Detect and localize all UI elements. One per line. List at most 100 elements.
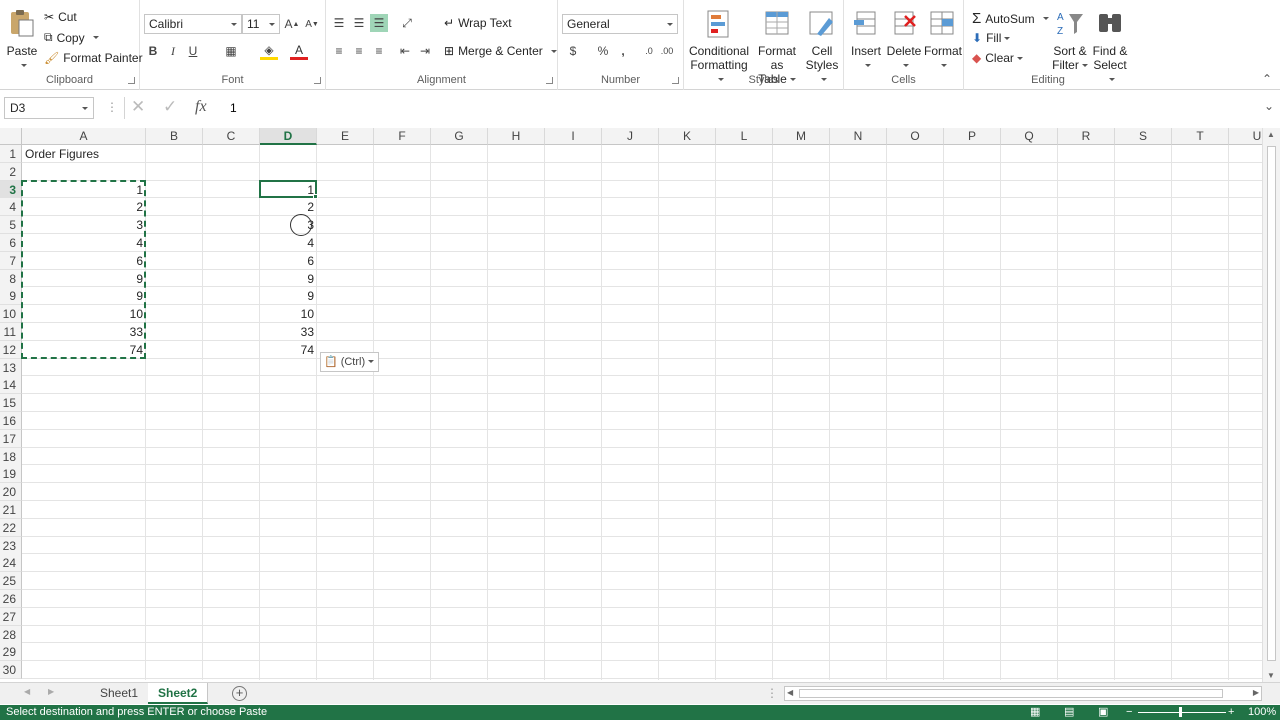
delete-button[interactable]: Delete <box>886 8 922 72</box>
font-launcher-icon[interactable] <box>314 77 321 84</box>
page-layout-icon[interactable]: ▤ <box>1064 705 1074 720</box>
column-header-s[interactable]: S <box>1115 128 1172 145</box>
sheet-tab-sheet1[interactable]: Sheet1 <box>90 683 150 704</box>
row-header-12[interactable]: 12 <box>0 340 22 359</box>
column-header-d[interactable]: D <box>260 128 317 145</box>
row-header-3[interactable]: 3 <box>0 180 22 199</box>
row-header-1[interactable]: 1 <box>0 145 22 163</box>
cell-d9[interactable]: 9 <box>260 287 317 305</box>
sheet-tab-sheet2[interactable]: Sheet2 <box>148 683 209 704</box>
number-launcher-icon[interactable] <box>672 77 679 84</box>
horizontal-scrollbar[interactable]: ◀ ▶ <box>784 686 1262 701</box>
row-header-25[interactable]: 25 <box>0 572 22 591</box>
row-header-5[interactable]: 5 <box>0 216 22 235</box>
font-color-icon[interactable]: A <box>290 42 308 60</box>
row-header-24[interactable]: 24 <box>0 554 22 573</box>
row-header-20[interactable]: 20 <box>0 483 22 502</box>
worksheet-grid[interactable]: A B C D E F G H I J K L M N O P Q R S T U 1 2 3 4 5 6 7 8 9 10 11 12 13 14… <box>0 128 1262 680</box>
zoom-out-icon[interactable]: − <box>1126 705 1132 720</box>
row-header-7[interactable]: 7 <box>0 251 22 270</box>
fill-color-icon[interactable]: ◈ <box>260 42 278 60</box>
cell-d8[interactable]: 9 <box>260 270 317 288</box>
number-format-select[interactable]: General <box>562 14 678 34</box>
align-left-icon[interactable]: ≡ <box>330 42 348 60</box>
zoom-level[interactable]: 100% <box>1248 705 1276 720</box>
column-header-r[interactable]: R <box>1058 128 1115 145</box>
enter-entry-icon[interactable]: ✓ <box>163 97 177 117</box>
comma-style-icon[interactable]: , <box>614 42 632 60</box>
cell-d12[interactable]: 74 <box>260 341 317 359</box>
borders-icon[interactable]: ▦ <box>222 42 240 60</box>
normal-view-icon[interactable]: ▦ <box>1030 705 1040 720</box>
select-all-corner[interactable] <box>0 128 22 145</box>
row-header-26[interactable]: 26 <box>0 590 22 608</box>
row-header-8[interactable]: 8 <box>0 269 22 288</box>
vertical-scroll-thumb[interactable] <box>1267 146 1276 661</box>
column-header-g[interactable]: G <box>431 128 488 145</box>
wrap-text-button[interactable]: ↵ Wrap Text <box>444 16 512 30</box>
row-header-2[interactable]: 2 <box>0 162 22 181</box>
column-header-c[interactable]: C <box>203 128 260 145</box>
fill-handle[interactable] <box>313 194 318 200</box>
cell-d6[interactable]: 4 <box>260 234 317 252</box>
column-header-b[interactable]: B <box>146 128 203 145</box>
orientation-icon[interactable]: ⤢ <box>398 14 416 32</box>
paste-button[interactable]: Paste <box>4 8 40 72</box>
row-header-23[interactable]: 23 <box>0 536 22 555</box>
column-header-i[interactable]: I <box>545 128 602 145</box>
vertical-scrollbar[interactable]: ▲ ▼ <box>1262 128 1280 682</box>
paste-options-button[interactable]: 📋 (Ctrl) <box>320 351 380 372</box>
row-header-17[interactable]: 17 <box>0 429 22 448</box>
row-header-28[interactable]: 28 <box>0 625 22 644</box>
active-cell-border[interactable] <box>259 179 317 199</box>
hscroll-right-icon[interactable]: ▶ <box>1253 688 1259 697</box>
format-painter-button[interactable]: 🖌 Format Painter <box>44 51 143 65</box>
zoom-slider-thumb[interactable] <box>1179 707 1182 717</box>
cut-button[interactable]: ✂ Cut <box>44 10 77 24</box>
expand-formula-bar-icon[interactable]: ⌄ <box>1264 99 1274 113</box>
row-header-16[interactable]: 16 <box>0 412 22 430</box>
align-center-icon[interactable]: ≡ <box>350 42 368 60</box>
column-header-t[interactable]: T <box>1172 128 1229 145</box>
column-header-h[interactable]: H <box>488 128 545 145</box>
clipboard-launcher-icon[interactable] <box>128 77 135 84</box>
copy-button[interactable]: ⧉ Copy <box>44 30 99 45</box>
row-header-15[interactable]: 15 <box>0 394 22 413</box>
shrink-font-button[interactable]: A ▼ <box>303 15 321 33</box>
row-header-18[interactable]: 18 <box>0 447 22 466</box>
column-header-a[interactable]: A <box>22 128 146 145</box>
cell-d7[interactable]: 6 <box>260 252 317 270</box>
clear-button[interactable]: ◆ Clear <box>972 51 1023 65</box>
decrease-indent-icon[interactable]: ⇤ <box>396 42 414 60</box>
italic-button[interactable]: I <box>164 42 182 60</box>
format-cells-button[interactable]: Format <box>924 8 962 72</box>
column-header-k[interactable]: K <box>659 128 716 145</box>
zoom-in-icon[interactable]: + <box>1228 705 1234 720</box>
row-header-4[interactable]: 4 <box>0 198 22 217</box>
align-top-icon[interactable]: ☰ <box>330 14 348 32</box>
column-header-u[interactable]: U <box>1229 128 1262 145</box>
scroll-down-icon[interactable]: ▼ <box>1267 671 1275 680</box>
row-header-22[interactable]: 22 <box>0 518 22 537</box>
collapse-ribbon-icon[interactable]: ⌃ <box>1262 72 1272 86</box>
increase-indent-icon[interactable]: ⇥ <box>416 42 434 60</box>
column-header-e[interactable]: E <box>317 128 374 145</box>
column-header-p[interactable]: P <box>944 128 1001 145</box>
accounting-format-icon[interactable]: $ <box>564 42 582 60</box>
cancel-entry-icon[interactable]: ✕ <box>131 97 145 117</box>
row-header-14[interactable]: 14 <box>0 376 22 395</box>
row-header-30[interactable]: 30 <box>0 661 22 680</box>
column-header-l[interactable]: L <box>716 128 773 145</box>
hscroll-left-icon[interactable]: ◀ <box>787 688 793 697</box>
bold-button[interactable]: B <box>144 42 162 60</box>
alignment-launcher-icon[interactable] <box>546 77 553 84</box>
percent-icon[interactable]: % <box>594 42 612 60</box>
row-header-13[interactable]: 13 <box>0 358 22 377</box>
tab-scroll-left-icon[interactable]: ◀ <box>24 687 30 696</box>
font-name-select[interactable]: Calibri <box>144 14 242 34</box>
tab-scroll-right-icon[interactable]: ▶ <box>48 687 54 696</box>
column-header-o[interactable]: O <box>887 128 944 145</box>
column-header-q[interactable]: Q <box>1001 128 1058 145</box>
tab-split-grip-icon[interactable]: ⋮ <box>766 686 778 700</box>
grow-font-button[interactable]: A ▲ <box>283 15 301 33</box>
